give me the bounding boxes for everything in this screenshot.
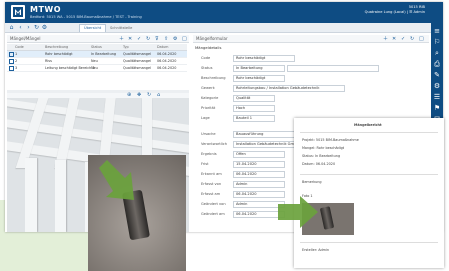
arrow-icon <box>99 160 134 200</box>
callout-arrows <box>99 160 318 228</box>
arrow-icon <box>278 196 318 228</box>
